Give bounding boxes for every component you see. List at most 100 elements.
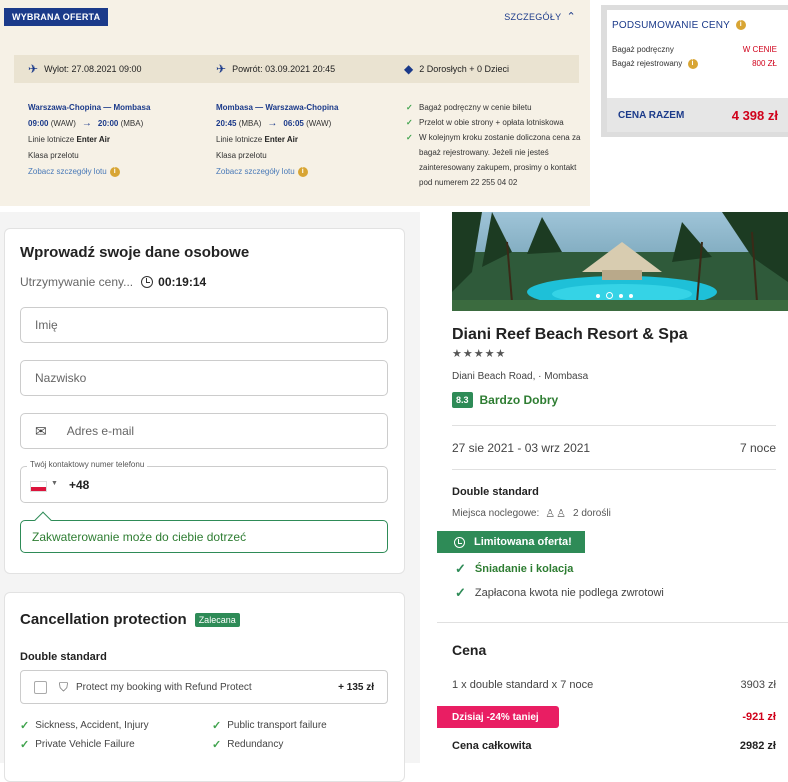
last-name-input[interactable]: Nazwisko (20, 360, 388, 396)
divider (437, 622, 788, 623)
price-hold: Utrzymywanie ceny... 00:19:14 (20, 275, 206, 289)
hotel-rating: 8.3 Bardzo Dobry (452, 392, 558, 408)
summary-row-hand-luggage: Bagaż podręczny W CENIE (612, 45, 777, 54)
divider (452, 469, 776, 470)
carousel-dots[interactable] (596, 292, 633, 299)
price-total-value: 2982 zł (739, 740, 776, 752)
return-airline: Linie lotnicze Enter Air (216, 135, 298, 144)
price-line-label: 1 x double standard x 7 noce (452, 679, 594, 691)
return-class: Klasa przelotu (216, 151, 267, 160)
hotel-name[interactable]: Diani Reef Beach Resort & Spa (452, 326, 688, 344)
stay-date-range: 27 sie 2021 - 03 wrz 2021 (452, 441, 591, 455)
cancellation-card: Cancellation protection Zalecana Double … (4, 592, 405, 782)
protection-feature: ✓ Sickness, Accident, Injury (20, 720, 149, 732)
passengers-text: 2 Dorosłych + 0 Dzieci (419, 64, 510, 74)
limited-offer-text: Limitowana oferta! (474, 536, 572, 548)
occupancy-value: 2 dorośli (573, 508, 611, 519)
summary-total-value: 4 398 zł (731, 107, 778, 123)
info-icon: i (109, 166, 120, 177)
carousel-dot[interactable] (619, 293, 623, 298)
carousel-dot-active[interactable] (606, 292, 613, 299)
selected-offer-badge: WYBRANA OFERTA (4, 8, 109, 26)
carousel-dot[interactable] (596, 293, 600, 298)
selected-offer-panel: WYBRANA OFERTA SZCZEGÓŁY ⌃ ✈ Wylot: 27.0… (0, 0, 590, 206)
summary-row-checked-luggage: Bagaż rejestrowany i 800 ZŁ (612, 59, 777, 69)
outbound-route: Warszawa-Chopina — Mombasa (28, 103, 151, 112)
people-icon: ♙♙ (545, 508, 567, 520)
details-toggle[interactable]: SZCZEGÓŁY ⌃ (504, 10, 576, 23)
passenger-icon: ◆ (404, 62, 414, 76)
check-icon: ✓ (455, 561, 466, 576)
return-header-text: Powrót: 03.09.2021 20:45 (232, 64, 336, 74)
outbound-header-text: Wylot: 27.08.2021 09:00 (44, 64, 142, 74)
check-icon: ✓ (212, 739, 222, 751)
discount-value: -921 zł (742, 711, 776, 723)
offer-includes-list: Bagaż podręczny w cenie biletu Przelot w… (406, 100, 581, 190)
outbound-flight-details-link[interactable]: Zobacz szczegóły lotu i (28, 164, 150, 180)
room-type: Double standard (452, 486, 539, 498)
stay-nights: 7 noce (739, 441, 776, 455)
occupancy: Miejsca noclegowe: ♙♙ 2 dorośli (452, 507, 611, 520)
phone-input[interactable]: Twój kontaktowy numer telefonu ▼ +48 (20, 460, 388, 503)
first-name-input[interactable]: Imię (20, 307, 388, 343)
carousel-dot[interactable] (629, 293, 633, 298)
outbound-class: Klasa przelotu (28, 151, 79, 160)
info-icon: i (735, 20, 746, 31)
arrow-right-icon: → (267, 118, 278, 129)
return-header: ✈ Powrót: 03.09.2021 20:45 (216, 55, 335, 83)
hotel-photo-carousel[interactable] (452, 212, 788, 311)
phone-label: Twój kontaktowy numer telefonu (27, 460, 148, 469)
arrival-plane-icon: ✈ (216, 62, 227, 76)
email-input[interactable]: ✉ Adres e-mail (20, 413, 388, 449)
outbound-header: ✈ Wylot: 27.08.2021 09:00 (28, 55, 142, 83)
accommodation-tip: Zakwaterowanie może do ciebie dotrzeć (20, 520, 388, 553)
price-line: 1 x double standard x 7 noce 3903 zł (452, 679, 776, 691)
return-times: 20:45 (MBA) → 06:05 (WAW) (216, 118, 332, 129)
phone-country-code: +48 (69, 478, 90, 492)
flight-summary-band: ✈ Wylot: 27.08.2021 09:00 ✈ Powrót: 03.0… (14, 55, 579, 83)
details-label: SZCZEGÓŁY (504, 11, 562, 22)
price-line-value: 3903 zł (740, 679, 776, 691)
departure-plane-icon: ✈ (28, 62, 39, 76)
hotel-stars: ★★★★★ (452, 348, 507, 360)
protection-feature: ✓ Private Vehicle Failure (20, 739, 135, 751)
perk-item: ✓ Zapłacona kwota nie podlega zwrotowi (455, 585, 664, 600)
divider (452, 425, 776, 426)
caret-down-icon[interactable]: ▼ (51, 480, 58, 487)
outbound-times: 09:00 (WAW) → 20:00 (MBA) (28, 118, 144, 129)
refund-protect-checkbox[interactable] (34, 680, 47, 694)
perk-item: ✓ Śniadanie i kolacja (455, 561, 574, 576)
clock-icon (454, 536, 465, 548)
price-hold-label: Utrzymywanie ceny... (20, 275, 134, 289)
recommended-badge: Zalecana (194, 612, 240, 627)
stay-dates: 27 sie 2021 - 03 wrz 2021 7 noce (452, 441, 776, 455)
protection-feature: ✓ Public transport failure (212, 720, 327, 732)
protection-feature: ✓ Redundancy (212, 739, 284, 751)
poland-flag-icon[interactable] (30, 481, 47, 492)
price-summary: PODSUMOWANIE CENY i Bagaż podręczny W CEN… (601, 5, 788, 137)
price-section-title: Cena (452, 642, 487, 658)
outbound-airline: Linie lotnicze Enter Air (28, 135, 110, 144)
summary-total-label: CENA RAZEM (618, 109, 685, 121)
price-summary-title: PODSUMOWANIE CENY i (612, 20, 746, 31)
offer-include-item: Bagaż podręczny w cenie biletu (406, 100, 581, 115)
outbound-flight-details: Warszawa-Chopina — Mombasa 09:00 (WAW) → 2… (28, 100, 150, 180)
return-flight-details: Mombasa — Warszawa-Chopina 20:45 (MBA) → 0… (216, 100, 338, 180)
chevron-up-icon: ⌃ (566, 11, 576, 23)
personal-data-title: Wprowadź swoje dane osobowe (20, 244, 250, 261)
personal-data-card: Wprowadź swoje dane osobowe Utrzymywanie… (4, 228, 405, 574)
cancellation-room: Double standard (20, 651, 107, 663)
limited-offer-badge: Limitowana oferta! (437, 531, 585, 553)
hotel-address: Diani Beach Road, · Mombasa (452, 371, 589, 382)
return-flight-details-link[interactable]: Zobacz szczegóły lotu i (216, 164, 338, 180)
summary-total: CENA RAZEM 4 398 zł (607, 98, 788, 132)
arrow-right-icon: → (81, 118, 92, 129)
envelope-icon: ✉ (35, 422, 47, 439)
check-icon: ✓ (455, 585, 466, 600)
refund-protect-price: + 135 zł (338, 681, 374, 693)
occupancy-label: Miejsca noclegowe: (452, 508, 540, 519)
price-total: Cena całkowita 2982 zł (452, 740, 776, 752)
refund-protect-option[interactable]: ⛉ Protect my booking with Refund Protect… (20, 670, 388, 704)
rating-text: Bardzo Dobry (479, 393, 559, 407)
cancellation-title: Cancellation protection Zalecana (20, 611, 240, 628)
